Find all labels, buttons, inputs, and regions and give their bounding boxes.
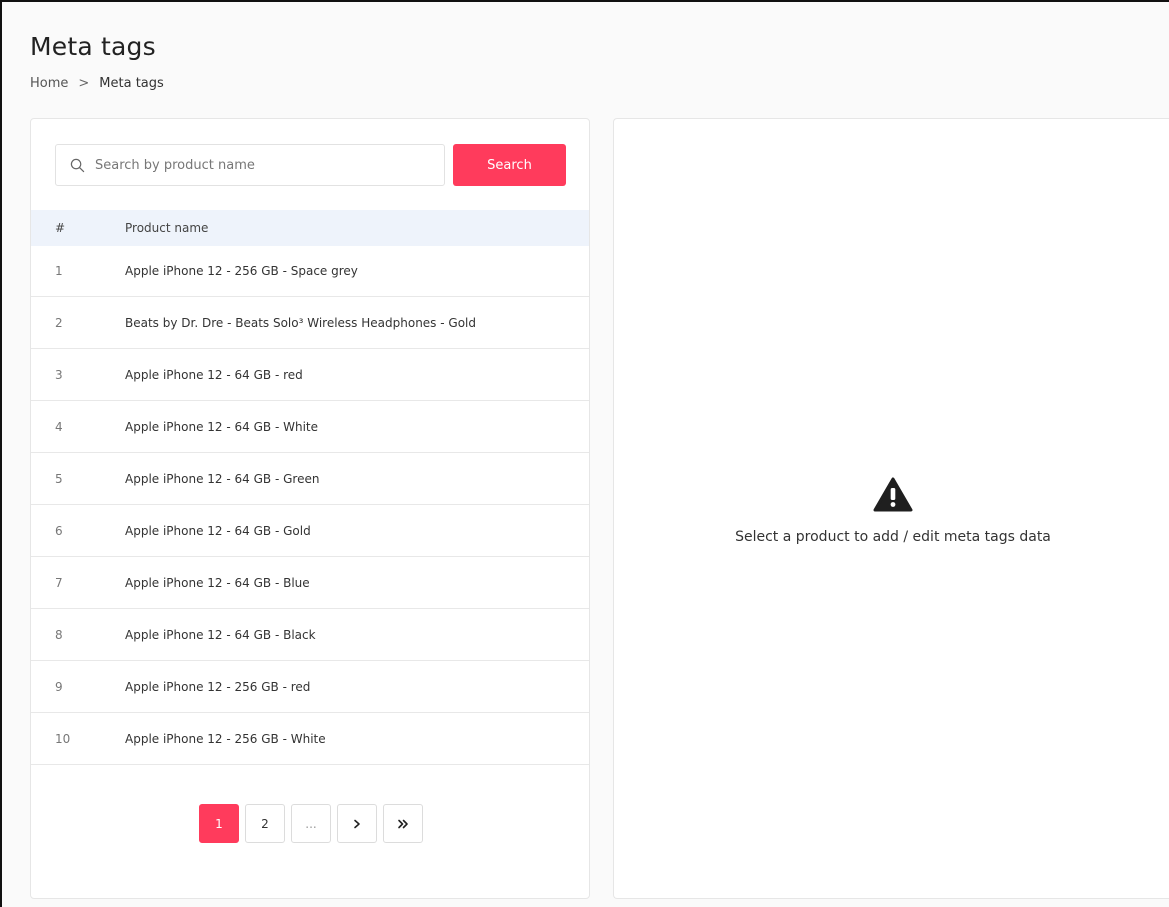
table-row[interactable]: 1 Apple iPhone 12 - 256 GB - Space grey (31, 246, 589, 297)
search-icon (70, 158, 85, 172)
row-number: 8 (55, 627, 63, 642)
last-page-button[interactable] (383, 804, 423, 843)
row-number: 6 (55, 523, 63, 538)
product-name: Apple iPhone 12 - 256 GB - Space grey (125, 264, 358, 278)
product-name: Apple iPhone 12 - 256 GB - White (125, 731, 326, 746)
empty-state: Select a product to add / edit meta tags… (614, 477, 1169, 545)
warning-icon (873, 477, 913, 512)
table-row[interactable]: 5 Apple iPhone 12 - 64 GB - Green (31, 453, 589, 505)
row-number: 5 (55, 471, 63, 486)
table-row[interactable]: 7 Apple iPhone 12 - 64 GB - Blue (31, 557, 589, 609)
chevron-right-icon (354, 819, 360, 828)
product-name: Apple iPhone 12 - 64 GB - Green (125, 471, 320, 486)
search-field[interactable] (55, 144, 445, 186)
table-header: # Product name (31, 210, 589, 246)
page-title: Meta tags (30, 32, 156, 61)
search-button[interactable]: Search (453, 144, 566, 186)
product-name: Beats by Dr. Dre - Beats Solo³ Wireless … (125, 315, 476, 330)
row-number: 7 (55, 575, 63, 590)
product-table-body: 1 Apple iPhone 12 - 256 GB - Space grey … (31, 246, 589, 765)
page-1-button[interactable]: 1 (199, 804, 239, 843)
column-header-number: # (55, 221, 66, 235)
search-input[interactable] (95, 157, 415, 173)
meta-tags-editor-panel: Select a product to add / edit meta tags… (613, 118, 1169, 899)
table-row[interactable]: 8 Apple iPhone 12 - 64 GB - Black (31, 609, 589, 661)
breadcrumb-home-link[interactable]: Home (30, 76, 68, 91)
table-row[interactable]: 10 Apple iPhone 12 - 256 GB - White (31, 713, 589, 765)
product-name: Apple iPhone 12 - 64 GB - red (125, 367, 303, 382)
row-number: 1 (55, 264, 63, 278)
product-name: Apple iPhone 12 - 64 GB - Gold (125, 523, 311, 538)
product-list-panel: Search # Product name 1 Apple iPhone 12 … (30, 118, 590, 899)
table-row[interactable]: 4 Apple iPhone 12 - 64 GB - White (31, 401, 589, 453)
row-number: 3 (55, 367, 63, 382)
table-row[interactable]: 3 Apple iPhone 12 - 64 GB - red (31, 349, 589, 401)
empty-state-message: Select a product to add / edit meta tags… (735, 529, 1051, 545)
breadcrumb-separator: > (78, 76, 90, 91)
table-row[interactable]: 2 Beats by Dr. Dre - Beats Solo³ Wireles… (31, 297, 589, 349)
product-name: Apple iPhone 12 - 64 GB - White (125, 419, 318, 434)
double-chevron-right-icon (398, 819, 408, 828)
row-number: 4 (55, 419, 63, 434)
app-frame: Meta tags Home > Meta tags Search # Prod… (0, 0, 1169, 907)
table-row[interactable]: 9 Apple iPhone 12 - 256 GB - red (31, 661, 589, 713)
column-header-product-name: Product name (125, 221, 209, 235)
breadcrumb-current: Meta tags (99, 76, 164, 91)
breadcrumb: Home > Meta tags (30, 76, 164, 91)
page-2-button[interactable]: 2 (245, 804, 285, 843)
page-ellipsis[interactable]: ... (291, 804, 331, 843)
product-name: Apple iPhone 12 - 256 GB - red (125, 679, 311, 694)
product-name: Apple iPhone 12 - 64 GB - Blue (125, 575, 310, 590)
pagination: 1 2 ... (199, 804, 423, 843)
table-row[interactable]: 6 Apple iPhone 12 - 64 GB - Gold (31, 505, 589, 557)
product-name: Apple iPhone 12 - 64 GB - Black (125, 627, 316, 642)
next-page-button[interactable] (337, 804, 377, 843)
row-number: 10 (55, 731, 71, 746)
row-number: 9 (55, 679, 63, 694)
row-number: 2 (55, 315, 63, 330)
